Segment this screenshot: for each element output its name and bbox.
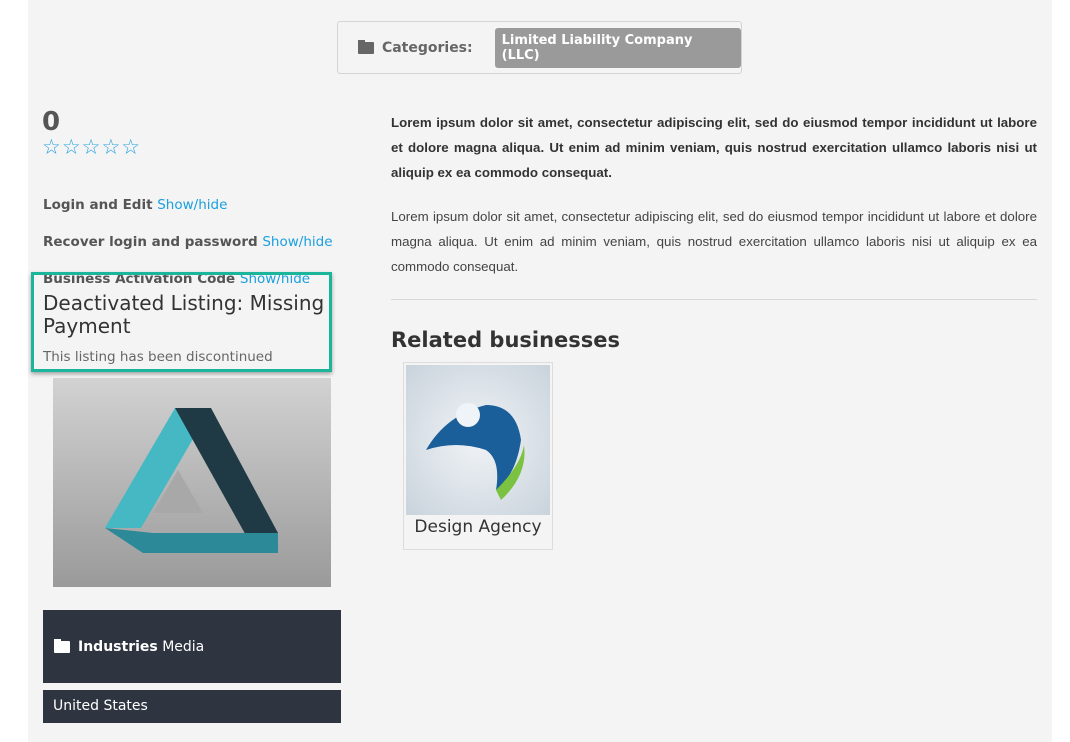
folder-icon [54,638,70,653]
industries-panel: Industries Media [43,610,341,683]
recover-login-row: Recover login and password Show/hide [43,234,333,250]
login-edit-row: Login and Edit Show/hide [43,197,227,213]
country: United States [43,690,341,723]
related-business-logo [406,365,550,515]
category-badge[interactable]: Limited Liability Company (LLC) [494,27,741,68]
business-logo-image [53,378,331,587]
highlight-box [31,272,332,372]
rating: 0 ☆☆☆☆☆ [42,108,141,158]
recover-login-label: Recover login and password [43,234,258,250]
listing-page: Categories: Limited Liability Company (L… [28,0,1052,742]
categories-box: Categories: Limited Liability Company (L… [337,21,742,74]
login-edit-label: Login and Edit [43,197,153,213]
folder-icon [358,39,374,54]
rating-score: 0 [42,107,61,137]
industries-value[interactable]: Media [162,639,204,655]
related-business-card[interactable]: Design Agency [403,362,553,550]
categories-label: Categories: [381,39,473,56]
login-edit-toggle[interactable]: Show/hide [157,197,227,213]
industries-label: Industries [78,638,158,655]
divider [391,299,1037,300]
related-business-name[interactable]: Design Agency [404,517,552,537]
description-intro: Lorem ipsum dolor sit amet, consectetur … [391,115,1037,180]
star-rating-icons[interactable]: ☆☆☆☆☆ [42,136,141,158]
description-body: Lorem ipsum dolor sit amet, consectetur … [391,209,1037,274]
related-heading: Related businesses [391,328,621,352]
recover-login-toggle[interactable]: Show/hide [262,234,332,250]
